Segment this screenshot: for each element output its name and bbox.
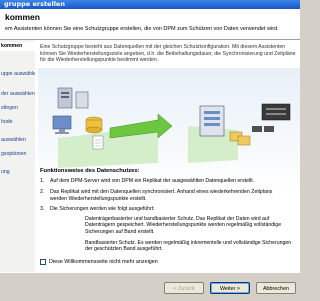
step-item-define[interactable]: stlegen: [0, 104, 35, 113]
database-icon: [85, 116, 103, 134]
step-item-method[interactable]: hode: [0, 118, 35, 127]
step-item-select-group[interactable]: uppe auswählen: [0, 70, 35, 79]
step-item-select-members[interactable]: der auswählen: [0, 90, 35, 99]
dpm-server-icon: [199, 105, 225, 137]
skip-welcome-checkbox[interactable]: [40, 259, 46, 265]
sub-item-disk-tape: Datenträgerbasierter und bandbasierter S…: [85, 216, 282, 235]
step-item-welcome[interactable]: kommen: [0, 42, 35, 51]
skip-welcome-label: Diese Willkommensseite nicht mehr anzeig…: [49, 259, 158, 265]
next-button[interactable]: Weiter >: [210, 282, 250, 294]
intro-text: Eine Schutzgruppe besteht aus Datenquell…: [40, 44, 296, 64]
page-description: em Assistenten können Sie eine Schutzgru…: [5, 26, 279, 32]
page-title: kommen: [5, 12, 40, 22]
document-icon: [92, 135, 104, 150]
tape-library-icon: [261, 103, 291, 121]
step-item-summary[interactable]: ung: [0, 168, 35, 177]
step-item-select[interactable]: auswählen: [0, 136, 35, 145]
back-button[interactable]: < Zurück: [164, 282, 204, 294]
wizard-content: Eine Schutzgruppe besteht aus Datenquell…: [35, 40, 300, 272]
server-icon: [57, 87, 89, 109]
protection-diagram: [38, 68, 300, 194]
sub-item-tape: Bandbasierter Schutz. Es werden regelmäß…: [85, 240, 292, 253]
wizard-header: kommen em Assistenten können Sie eine Sc…: [0, 9, 300, 40]
cancel-button[interactable]: Abbrechen: [256, 282, 296, 294]
monitor-icon: [52, 115, 72, 134]
window-title: gruppe erstellen: [0, 0, 300, 9]
tape-icon: [252, 126, 274, 132]
wizard-step-list: kommen uppe auswählen der auswählen stle…: [0, 40, 35, 272]
step-item-options[interactable]: gsoptionen: [0, 150, 35, 159]
section-title: Funktionsweise des Datenschutzes:: [40, 168, 140, 174]
wizard-footer: < Zurück Weiter > Abbrechen: [0, 272, 300, 301]
